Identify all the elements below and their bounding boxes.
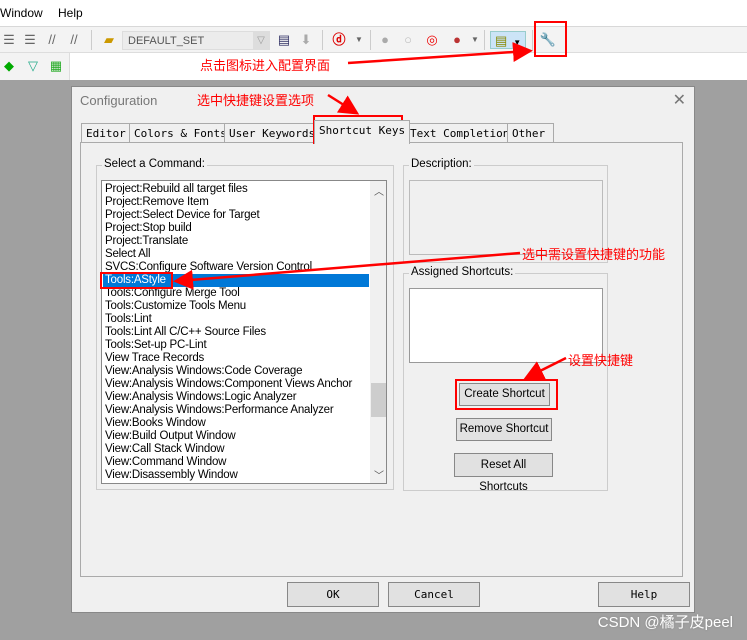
- arrow-to-create: [523, 356, 567, 380]
- annotation-arrows: [173, 42, 567, 380]
- arrow-to-tab: [327, 93, 360, 115]
- arrow-to-command: [173, 251, 521, 290]
- arrow-to-wrench: [347, 42, 533, 65]
- tab-shortcut-keys[interactable]: Shortcut Keys: [314, 120, 411, 144]
- watermark: CSDN @橘子皮peel: [597, 614, 733, 631]
